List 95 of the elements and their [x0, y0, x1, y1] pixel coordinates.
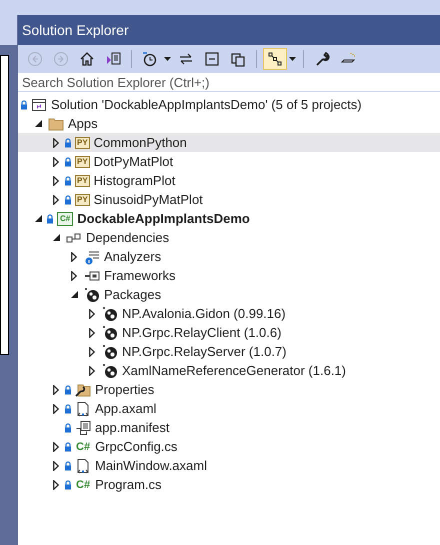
- tree-item[interactable]: C# DockableAppImplantsDemo: [18, 209, 440, 228]
- tree-item-label: Program.cs: [95, 476, 162, 494]
- dropdown-caret-icon[interactable]: [289, 56, 296, 60]
- collapsed-arrow-icon[interactable]: [89, 366, 95, 376]
- collapsed-arrow-icon[interactable]: [71, 252, 77, 262]
- sync-icon: [178, 50, 194, 66]
- tree-item-label: HistogramPlot: [94, 172, 176, 190]
- forward-icon: [53, 50, 69, 66]
- tree-item-label: Solution 'DockableAppImplantsDemo' (5 of 5 projects): [51, 96, 362, 114]
- solution-icon: [31, 96, 47, 112]
- python-project-icon: PY: [75, 194, 90, 206]
- tree-item[interactable]: PY CommonPython: [18, 133, 440, 152]
- python-project-icon: PY: [75, 136, 90, 148]
- tree-item-label: SinusoidPyMatPlot: [94, 190, 203, 209]
- switch-views-icon: [105, 50, 121, 66]
- tree-item[interactable]: PY DotPyMatPlot: [18, 152, 440, 171]
- tree-item[interactable]: Solution 'DockableAppImplantsDemo' (5 of 5 projects): [18, 95, 440, 114]
- expanded-arrow-icon[interactable]: [34, 120, 42, 127]
- tree-item-label: NP.Grpc.RelayServer (1.0.7): [122, 342, 286, 361]
- analyzers-icon: [84, 248, 100, 264]
- tree-item-label: DotPyMatPlot: [94, 152, 174, 171]
- package-icon: [102, 362, 118, 378]
- collapsed-arrow-icon[interactable]: [53, 138, 59, 148]
- package-icon: [84, 286, 100, 302]
- package-icon: [102, 324, 118, 340]
- tree-item[interactable]: C# Program.cs: [18, 475, 440, 494]
- expanded-arrow-icon[interactable]: [70, 291, 78, 298]
- collapsed-arrow-icon[interactable]: [89, 346, 95, 356]
- collapsed-arrow-icon[interactable]: [53, 194, 59, 204]
- package-icon: [102, 306, 118, 322]
- collapsed-arrow-icon[interactable]: [89, 328, 95, 338]
- markup-file-icon: [75, 458, 91, 474]
- collapsed-arrow-icon[interactable]: [53, 460, 59, 470]
- back-icon: [27, 50, 43, 66]
- csharp-file-icon: C#: [75, 478, 92, 492]
- tree-item[interactable]: NP.Grpc.RelayServer (1.0.7): [18, 342, 440, 361]
- tree-item[interactable]: Frameworks: [18, 266, 440, 285]
- search-field[interactable]: Search Solution Explorer (Ctrl+;): [18, 73, 440, 91]
- collapsed-arrow-icon[interactable]: [71, 270, 77, 280]
- tree-item-label: Frameworks: [104, 266, 176, 285]
- tree-item[interactable]: app.manifest: [18, 418, 440, 437]
- hierarchy-button[interactable]: [263, 48, 287, 70]
- tree-item[interactable]: PY HistogramPlot: [18, 171, 440, 190]
- tree-item[interactable]: XamlNameReferenceGenerator (1.6.1): [18, 361, 440, 380]
- tree-item[interactable]: App.axaml: [18, 399, 440, 418]
- clock-icon: [142, 50, 158, 66]
- tree-item-label: DockableAppImplantsDemo: [77, 210, 250, 228]
- markup-file-icon: [75, 400, 91, 416]
- collapsed-arrow-icon[interactable]: [53, 404, 59, 414]
- python-project-icon: PY: [75, 174, 90, 186]
- tree-item[interactable]: NP.Avalonia.Gidon (0.99.16): [18, 304, 440, 323]
- tree-item-label: MainWindow.axaml: [95, 456, 207, 475]
- tree-item-label: Dependencies: [86, 228, 170, 247]
- expanded-arrow-icon[interactable]: [52, 234, 60, 241]
- tree-item[interactable]: C# GrpcConfig.cs: [18, 437, 440, 456]
- editor-tab-strip: [0, 15, 17, 45]
- tree-item-label: Analyzers: [104, 248, 162, 266]
- tree-item-label: CommonPython: [94, 134, 187, 152]
- tree-item[interactable]: Apps: [18, 114, 440, 133]
- panel-title: Solution Explorer: [18, 15, 440, 45]
- tree-item[interactable]: Properties: [18, 380, 440, 399]
- collapse-icon: [204, 50, 220, 66]
- tree-item[interactable]: Dependencies: [18, 228, 440, 247]
- collapsed-arrow-icon[interactable]: [53, 442, 59, 452]
- csharp-file-icon: C#: [75, 440, 92, 454]
- tree-item[interactable]: NP.Grpc.RelayClient (1.0.6): [18, 323, 440, 342]
- tree-item-label: app.manifest: [95, 418, 170, 437]
- csharp-project-icon: C#: [57, 212, 74, 226]
- tree-item-label: GrpcConfig.cs: [95, 438, 178, 456]
- package-icon: [102, 344, 118, 360]
- tree-item[interactable]: Packages: [18, 285, 440, 304]
- copy-icon: [230, 50, 246, 66]
- tree-item-label: NP.Avalonia.Gidon (0.99.16): [122, 304, 286, 323]
- tree-item[interactable]: PY SinusoidPyMatPlot: [18, 190, 440, 209]
- collapsed-arrow-icon[interactable]: [53, 384, 59, 394]
- tree-item[interactable]: Analyzers: [18, 247, 440, 266]
- tree-item-label: Packages: [104, 286, 162, 304]
- collapsed-arrow-icon[interactable]: [89, 308, 95, 318]
- manifest-file-icon: [75, 420, 91, 436]
- dropdown-caret-icon[interactable]: [164, 56, 171, 60]
- tree-item-label: App.axaml: [95, 400, 156, 418]
- tree-item-label: Apps: [68, 114, 98, 133]
- tree-item-label: XamlNameReferenceGenerator (1.6.1): [122, 362, 346, 380]
- collapsed-arrow-icon[interactable]: [53, 156, 59, 166]
- tree-item[interactable]: MainWindow.axaml: [18, 456, 440, 475]
- python-project-icon: PY: [75, 156, 90, 168]
- wrench-icon: [314, 50, 330, 66]
- collapsed-arrow-icon[interactable]: [53, 176, 59, 186]
- home-icon: [79, 50, 95, 66]
- expanded-arrow-icon[interactable]: [34, 215, 42, 222]
- folder-wrench-icon: [75, 382, 91, 398]
- hierarchy-icon: [267, 50, 283, 66]
- collapsed-arrow-icon[interactable]: [53, 480, 59, 490]
- tree-item-label: NP.Grpc.RelayClient (1.0.6): [122, 324, 282, 342]
- tree-item-label: Properties: [95, 380, 154, 399]
